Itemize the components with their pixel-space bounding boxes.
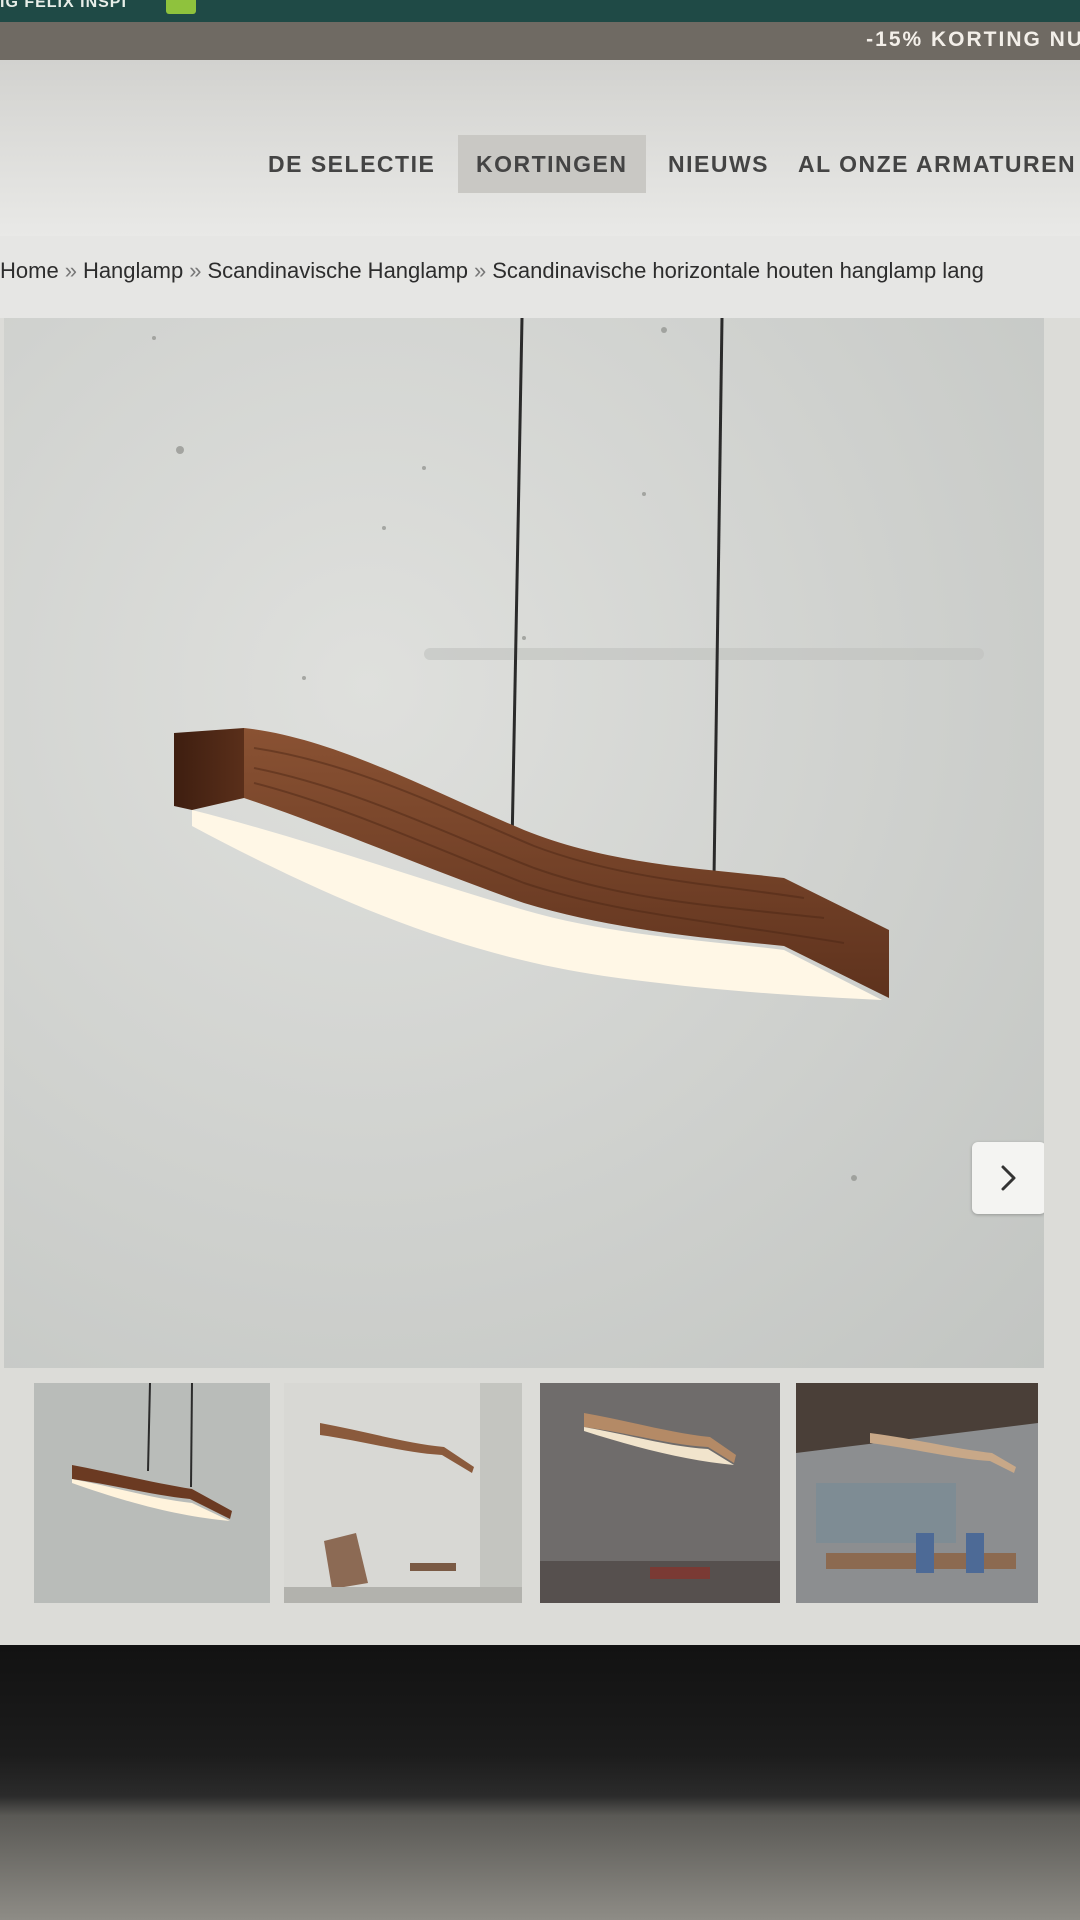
breadcrumb-separator: » xyxy=(64,258,77,283)
thumbnail-3[interactable] xyxy=(540,1383,780,1603)
wooden-pendant-lamp-illustration xyxy=(152,318,984,1181)
product-gallery xyxy=(0,318,1080,1648)
next-image-button[interactable] xyxy=(972,1142,1044,1214)
nav-de-selectie[interactable]: DE SELECTIE xyxy=(268,135,435,193)
nav-kortingen[interactable]: KORTINGEN xyxy=(458,135,646,193)
top-notice-text: IG FELIX INSPI xyxy=(0,0,127,11)
main-navigation: DE SELECTIE KORTINGEN NIEUWS AL ONZE ARM… xyxy=(0,60,1080,237)
thumbnail-lamp-grey-image xyxy=(34,1383,270,1603)
breadcrumb: Home» Hanglamp» Scandinavische Hanglamp» Sc… xyxy=(0,236,1080,318)
breadcrumb-separator: » xyxy=(189,258,202,283)
monitor-bezel xyxy=(0,1645,1080,1920)
thumbnail-lamp-dining-room-image xyxy=(796,1383,1038,1603)
thumbnail-lamp-living-room-image xyxy=(284,1383,522,1603)
thumbnail-lamp-dark-room-image xyxy=(540,1383,780,1603)
green-badge-icon xyxy=(166,0,196,14)
chevron-right-icon xyxy=(1001,1165,1016,1191)
breadcrumb-hanglamp[interactable]: Hanglamp xyxy=(83,258,183,283)
thumbnail-1[interactable] xyxy=(34,1383,270,1603)
thumbnail-4[interactable] xyxy=(796,1383,1038,1603)
breadcrumb-separator: » xyxy=(473,258,487,283)
promo-text[interactable]: -15% KORTING NU xyxy=(866,28,1080,52)
breadcrumb-current-product: Scandinavische horizontale houten hangla… xyxy=(492,258,984,283)
thumbnail-2[interactable] xyxy=(284,1383,522,1603)
nav-nieuws[interactable]: NIEUWS xyxy=(668,135,769,193)
breadcrumb-home[interactable]: Home xyxy=(0,258,59,283)
breadcrumb-scandinavische-hanglamp[interactable]: Scandinavische Hanglamp xyxy=(207,258,468,283)
nav-al-onze-armaturen[interactable]: AL ONZE ARMATUREN xyxy=(798,135,1076,193)
main-product-image[interactable] xyxy=(4,318,1044,1368)
